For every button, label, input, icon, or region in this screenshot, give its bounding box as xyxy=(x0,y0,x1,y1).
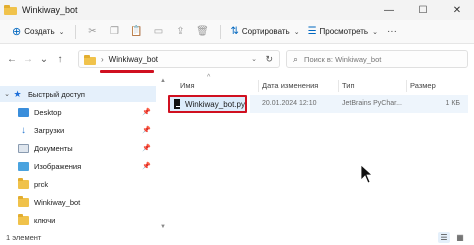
folder-icon xyxy=(4,5,17,15)
tiles-view-icon[interactable]: ▦ xyxy=(454,232,466,243)
sidebar-item-winkiway-bot[interactable]: Winkiway_bot xyxy=(0,194,156,210)
sort-button[interactable]: ⇅ Сортировать ⌄ xyxy=(227,23,304,41)
breadcrumb-winkiway-bot[interactable]: Winkiway_bot xyxy=(109,55,158,64)
sidebar-item-label: Быстрый доступ xyxy=(28,89,85,99)
file-date: 20.01.2024 12:10 xyxy=(262,100,317,107)
rename-icon[interactable]: ▭ xyxy=(148,23,170,41)
sort-icon: ⇅ xyxy=(230,26,239,37)
view-button[interactable]: ☰ Просмотреть ⌄ xyxy=(304,23,382,41)
folder-icon xyxy=(18,213,29,225)
sidebar-item-label: Документы xyxy=(34,143,73,153)
share-icon[interactable]: ⇪ xyxy=(170,23,192,41)
sort-button-label: Сортировать xyxy=(241,27,290,36)
navigation-row: ← → ⌄ ↑ › Winkiway_bot ⌄ ↻ ⌕ Поиск в: Wi… xyxy=(0,45,474,73)
file-name-cell[interactable]: Winkiway_bot.py xyxy=(168,95,247,113)
chevron-down-icon: ⌄ xyxy=(58,28,65,36)
title-bar: Winkiway_bot — ☐ ✕ xyxy=(0,0,474,20)
recent-locations-button[interactable]: ⌄ xyxy=(36,50,52,68)
folder-icon xyxy=(84,54,96,65)
chevron-down-icon[interactable]: ⌄ xyxy=(251,55,257,63)
download-icon: ↓ xyxy=(21,124,26,136)
address-bar[interactable]: › Winkiway_bot ⌄ ↻ xyxy=(78,50,280,68)
cut-icon[interactable]: ✂ xyxy=(82,23,104,41)
sidebar-item-label: Загрузки xyxy=(34,125,65,135)
column-divider[interactable] xyxy=(258,80,259,92)
pin-icon: 📌 xyxy=(142,109,151,116)
sidebar-item-label: Desktop xyxy=(34,107,62,117)
view-button-label: Просмотреть xyxy=(319,27,369,36)
back-button[interactable]: ← xyxy=(4,50,20,68)
desktop-icon xyxy=(18,107,29,117)
refresh-icon[interactable]: ↻ xyxy=(265,54,273,65)
toolbar-divider xyxy=(74,24,76,39)
toolbar-divider xyxy=(219,24,221,39)
sort-caret-icon: ^ xyxy=(207,74,211,81)
search-placeholder: Поиск в: Winkiway_bot xyxy=(304,54,382,64)
mouse-cursor-icon xyxy=(360,164,374,184)
pictures-icon xyxy=(18,161,29,171)
maximize-button[interactable]: ☐ xyxy=(406,0,440,20)
new-button-label: Создать xyxy=(24,27,55,36)
paste-icon[interactable]: 📋 xyxy=(126,23,148,41)
view-toggle: ☰ ▦ xyxy=(434,232,466,243)
more-options-button[interactable]: ··· xyxy=(382,23,402,41)
plus-icon: ⊕ xyxy=(12,26,22,38)
documents-icon xyxy=(18,143,29,153)
star-icon: ★ xyxy=(13,88,22,99)
pin-icon: 📌 xyxy=(142,145,151,152)
search-icon: ⌕ xyxy=(293,53,299,64)
sidebar-item-pictures[interactable]: Изображения 📌 xyxy=(0,158,156,174)
status-bar: 1 элемент ☰ ▦ xyxy=(0,230,474,245)
sidebar-item-keys[interactable]: ключи xyxy=(0,212,156,228)
search-input[interactable]: ⌕ Поиск в: Winkiway_bot xyxy=(286,50,468,68)
sidebar-item-label: Изображения xyxy=(34,161,82,171)
chevron-down-icon[interactable]: ⌄ xyxy=(2,90,12,98)
sidebar-item-label: prck xyxy=(34,179,49,189)
column-header-type[interactable]: Тип xyxy=(342,78,355,92)
view-icon: ☰ xyxy=(307,26,317,37)
column-header-name[interactable]: Имя xyxy=(180,78,195,92)
column-divider[interactable] xyxy=(406,80,407,92)
file-size: 1 КБ xyxy=(445,100,460,107)
sidebar-item-quick-access[interactable]: ⌄ ★ Быстрый доступ xyxy=(0,86,156,102)
details-view-icon[interactable]: ☰ xyxy=(438,232,450,243)
new-button[interactable]: ⊕ Создать ⌄ xyxy=(8,23,69,41)
close-button[interactable]: ✕ xyxy=(440,0,474,20)
file-type: JetBrains PyChar... xyxy=(342,100,402,107)
highlight-underline xyxy=(100,70,154,73)
sidebar-item-downloads[interactable]: ↓ Загрузки 📌 xyxy=(0,122,156,138)
item-count: 1 элемент xyxy=(6,233,42,242)
breadcrumb-separator: › xyxy=(101,54,104,64)
minimize-button[interactable]: — xyxy=(372,0,406,20)
sidebar-item-label: Winkiway_bot xyxy=(34,197,81,207)
pin-icon: 📌 xyxy=(142,127,151,134)
sidebar-item-desktop[interactable]: Desktop 📌 xyxy=(0,104,156,120)
column-header-size[interactable]: Размер xyxy=(410,78,436,92)
sidebar-item-label: ключи xyxy=(34,215,56,225)
folder-icon xyxy=(18,195,29,207)
column-divider[interactable] xyxy=(338,80,339,92)
sidebar-item-prck[interactable]: prck xyxy=(0,176,156,192)
up-button[interactable]: ↑ xyxy=(52,50,68,68)
window-title: Winkiway_bot xyxy=(22,5,78,15)
chevron-down-icon: ⌄ xyxy=(372,28,378,36)
pycharm-file-icon xyxy=(174,99,180,109)
copy-icon[interactable]: ❐ xyxy=(104,23,126,41)
window-controls: — ☐ ✕ xyxy=(372,0,474,20)
navigation-pane: ⌄ ★ Быстрый доступ Desktop 📌 ↓ Загрузки … xyxy=(0,78,160,230)
file-list: ^ Имя Дата изменения Тип Размер Winkiway… xyxy=(166,74,474,230)
delete-icon[interactable]: 🗑 xyxy=(192,23,214,41)
command-bar: ⊕ Создать ⌄ ✂ ❐ 📋 ▭ ⇪ 🗑 ⇅ Сортировать ⌄ … xyxy=(0,20,474,44)
table-row[interactable]: Winkiway_bot.py 20.01.2024 12:10 JetBrai… xyxy=(166,94,468,114)
folder-icon xyxy=(18,177,29,189)
column-header-date[interactable]: Дата изменения xyxy=(262,78,318,92)
forward-button[interactable]: → xyxy=(20,50,36,68)
chevron-down-icon: ⌄ xyxy=(293,28,300,36)
pin-icon: 📌 xyxy=(142,163,151,170)
file-name: Winkiway_bot.py xyxy=(184,99,245,109)
sidebar-item-documents[interactable]: Документы 📌 xyxy=(0,140,156,156)
